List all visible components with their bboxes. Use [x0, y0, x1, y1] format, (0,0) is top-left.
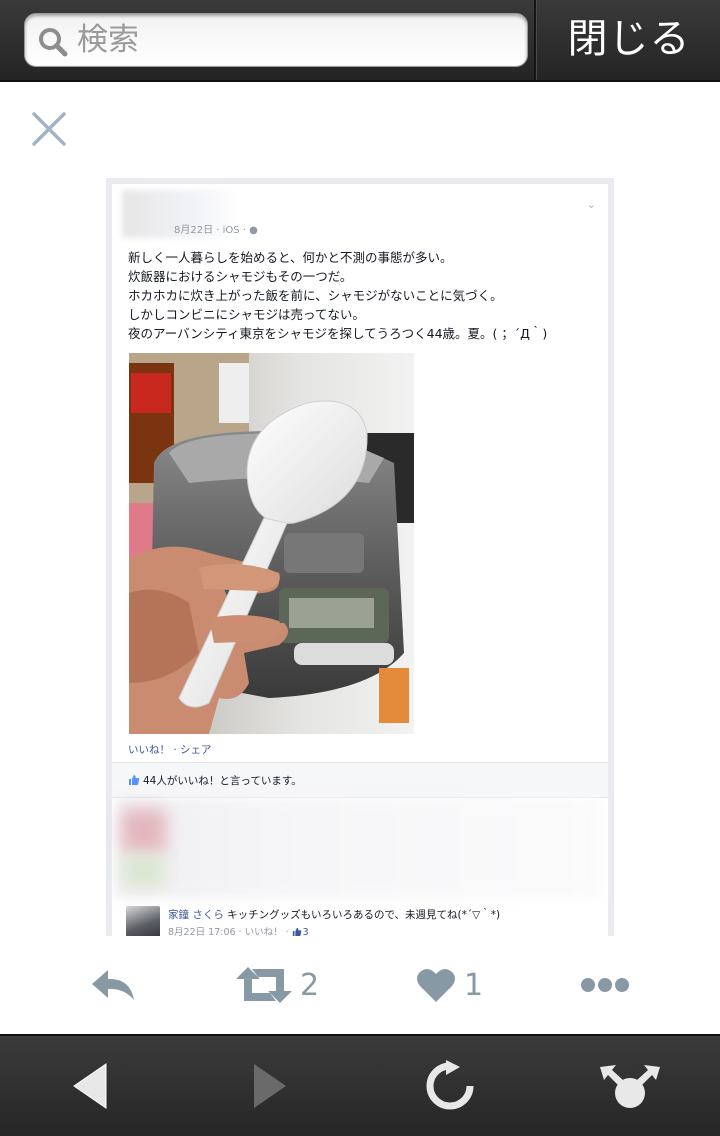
reload-icon [426, 1060, 474, 1110]
comment-text: 家鐘 さくら キッチングッズもいろいろあるので、未週見てね(*´▽｀*) [168, 907, 500, 922]
like-icon [292, 927, 302, 936]
post-like-share[interactable]: いいね！ · シェア [128, 742, 212, 757]
close-button[interactable]: 閉じる [538, 0, 720, 80]
comment-body: キッチングッズもいろいろあるので、未週見てね(*´▽｀*) [223, 909, 501, 921]
attached-image[interactable]: 8月22日 · iOS · ● ⌄ 新しく一人暮らしを始めると、何かと不測の事態… [106, 178, 614, 936]
comment-author: 家鐘 さくら [168, 909, 224, 921]
share-icon [600, 1065, 660, 1108]
tweet-actions: 2 1 [0, 950, 720, 1020]
favorite-button[interactable]: 1 [416, 950, 483, 1020]
avatar [126, 906, 160, 936]
search-input[interactable] [75, 20, 519, 60]
likes-count-text: 44人がいいね！と言っています。 [143, 775, 302, 787]
like-icon [129, 775, 140, 785]
top-toolbar: 閉じる [0, 0, 720, 82]
search-icon [39, 28, 68, 57]
comment-meta: 8月22日 17:06 · いいね！ · 3 [168, 924, 309, 936]
back-button[interactable] [30, 1036, 150, 1136]
search-field[interactable] [24, 13, 528, 67]
favorite-count: 1 [464, 967, 484, 1003]
blurred-comment-avatar [122, 809, 166, 853]
forward-button[interactable] [210, 1036, 330, 1136]
post-photo [129, 353, 414, 734]
post-body: 新しく一人暮らしを始めると、何かと不測の事態が多い。 炊飯器におけるシャモジもそ… [128, 250, 548, 341]
likes-summary: 44人がいいね！と言っています。 [112, 762, 608, 798]
blurred-comment [116, 798, 602, 898]
comment-like-count: 3 [302, 927, 309, 936]
more-button[interactable] [580, 950, 630, 1020]
comment-meta-text: 8月22日 17:06 · いいね！ · [168, 927, 292, 936]
back-arrow-icon [73, 1063, 107, 1109]
retweet-count: 2 [300, 967, 320, 1003]
forward-arrow-icon [254, 1064, 286, 1108]
browser-toolbar [0, 1034, 720, 1136]
retweet-button[interactable]: 2 [236, 950, 319, 1020]
chevron-down-icon: ⌄ [586, 198, 596, 211]
post-date: 8月22日 · iOS · ● [174, 221, 258, 236]
retweet-icon [236, 967, 292, 1003]
more-icon [581, 978, 629, 992]
reply-icon [92, 970, 134, 1000]
reload-button[interactable] [390, 1036, 510, 1136]
share-button[interactable] [570, 1036, 690, 1136]
blurred-comment-avatar-2 [124, 856, 164, 886]
heart-icon [417, 968, 455, 1002]
globe-icon: ● [249, 225, 258, 236]
toolbar-divider [534, 0, 537, 80]
post-date-text: 8月22日 · iOS · [174, 225, 250, 236]
close-icon[interactable] [30, 110, 68, 148]
reply-button[interactable] [90, 950, 136, 1020]
facebook-post: 8月22日 · iOS · ● ⌄ 新しく一人暮らしを始めると、何かと不測の事態… [112, 184, 608, 936]
